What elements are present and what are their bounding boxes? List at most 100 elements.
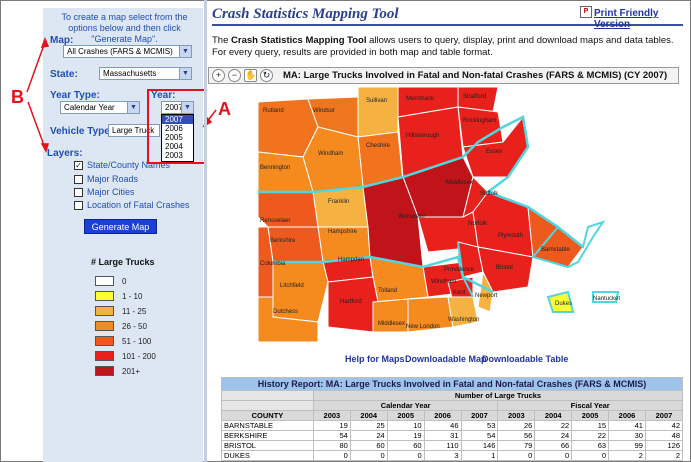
description-bold: Crash Statistics Mapping Tool xyxy=(231,35,367,46)
zoom-in-icon[interactable]: + xyxy=(212,69,225,82)
county-label: Rockingham xyxy=(463,118,496,124)
value-cell: 19 xyxy=(386,430,425,441)
report-title: History Report: MA: Large Trucks Involve… xyxy=(221,377,683,391)
county-label: Hampden xyxy=(338,257,364,263)
county-label: Dutchess xyxy=(273,309,298,315)
value-cell: 1 xyxy=(460,450,499,461)
county-label: Merrimack xyxy=(406,96,435,102)
county-label: Franklin xyxy=(328,199,349,205)
county-label: Hampshire xyxy=(328,229,358,235)
county-header: COUNTY xyxy=(221,410,314,421)
downloadable-table-link[interactable]: Downloadable Table xyxy=(482,354,568,364)
table-row: BRISTOL 80 60 60 110 146 79 66 63 99 126 xyxy=(221,440,684,451)
value-cell: 56 xyxy=(497,430,536,441)
refresh-icon[interactable]: ↻ xyxy=(260,69,273,82)
value-cell: 99 xyxy=(608,440,646,451)
value-cell: 0 xyxy=(497,450,536,461)
page-title: Crash Statistics Mapping Tool xyxy=(212,6,399,22)
table-row: BERKSHIRE 54 24 19 31 54 56 24 22 30 48 xyxy=(221,430,684,441)
county-label: Windham xyxy=(431,279,456,285)
year-header: 2006 xyxy=(423,410,462,421)
page-description: The Crash Statistics Mapping Tool allows… xyxy=(212,35,683,59)
value-cell: 30 xyxy=(608,430,646,441)
county-label: Sullivan xyxy=(366,98,387,104)
county-label: Rutland xyxy=(263,108,284,114)
panel-divider xyxy=(204,0,207,462)
year-header: 2006 xyxy=(608,410,646,421)
value-cell: 0 xyxy=(386,450,425,461)
value-cell: 0 xyxy=(349,450,388,461)
value-cell: 15 xyxy=(571,420,610,431)
county-label: Essex xyxy=(486,149,502,155)
year-header: 2004 xyxy=(534,410,573,421)
county-sullivan[interactable] xyxy=(357,87,399,138)
table-row: BARNSTABLE 19 25 10 46 53 26 22 15 41 42 xyxy=(221,420,684,431)
value-cell: 63 xyxy=(571,440,610,451)
calendar-year-header: Calendar Year xyxy=(312,400,499,411)
value-cell: 42 xyxy=(644,420,684,431)
value-cell: 26 xyxy=(497,420,536,431)
county-label: Plymouth xyxy=(498,233,523,239)
county-label: Hillsborough xyxy=(406,133,439,139)
county-label: Worcester xyxy=(398,214,425,220)
county-label: Middlesex xyxy=(378,321,405,327)
county-label: Berkshire xyxy=(270,238,296,244)
county-label: Suffolk xyxy=(480,191,499,197)
help-for-maps-link[interactable]: Help for Maps xyxy=(345,354,405,364)
county-label: Dukes xyxy=(555,301,572,307)
county-label: Middlesex xyxy=(446,180,473,186)
county-label: Nantucket xyxy=(593,296,620,302)
county-middlesex-ct[interactable] xyxy=(372,298,409,333)
map-title: MA: Large Trucks Involved in Fatal and N… xyxy=(283,70,668,81)
value-cell: 53 xyxy=(460,420,499,431)
value-cell: 22 xyxy=(571,430,610,441)
value-cell: 0 xyxy=(312,450,351,461)
county-label: Columbia xyxy=(260,261,286,267)
county-cell: BARNSTABLE xyxy=(221,420,314,431)
value-cell: 24 xyxy=(349,430,388,441)
value-cell: 41 xyxy=(608,420,646,431)
table-row: DUKES 0 0 0 3 1 0 0 0 2 2 xyxy=(221,450,684,461)
value-cell: 126 xyxy=(644,440,684,451)
value-cell: 22 xyxy=(534,420,573,431)
county-label: Cheshire xyxy=(366,143,391,149)
year-header: 2004 xyxy=(349,410,388,421)
county-cell: BERKSHIRE xyxy=(221,430,314,441)
county-label: Litchfield xyxy=(280,283,304,289)
county-label: Rensselaer xyxy=(260,218,290,224)
county-label: Kent xyxy=(453,290,466,296)
county-label: Bristol xyxy=(496,265,513,271)
map-toolbar: + − ✋ ↻ MA: Large Trucks Involved in Fat… xyxy=(208,67,679,84)
year-header: 2005 xyxy=(386,410,425,421)
description-text: The xyxy=(212,35,232,46)
value-cell: 0 xyxy=(534,450,573,461)
value-cell: 110 xyxy=(423,440,462,451)
county-berkshire[interactable] xyxy=(267,226,324,263)
year-header: 2005 xyxy=(571,410,610,421)
county-cell: DUKES xyxy=(221,450,314,461)
choropleth-map[interactable]: Rutland Windsor Sullivan Merrimack Straf… xyxy=(258,87,630,342)
value-cell: 0 xyxy=(571,450,610,461)
county-label: Bennington xyxy=(260,165,290,171)
county-label: Windsor xyxy=(313,108,335,114)
value-cell: 3 xyxy=(423,450,462,461)
fiscal-year-header: Fiscal Year xyxy=(497,400,683,411)
value-cell: 60 xyxy=(386,440,425,451)
county-franklin[interactable] xyxy=(312,186,369,228)
printer-icon[interactable]: P xyxy=(580,6,592,18)
print-friendly-link[interactable]: Print Friendly Version xyxy=(594,8,691,30)
value-cell: 54 xyxy=(312,430,351,441)
county-label: Newport xyxy=(475,293,498,299)
pan-hand-icon[interactable]: ✋ xyxy=(244,69,257,82)
county-label: Providence xyxy=(444,267,475,273)
value-cell: 24 xyxy=(534,430,573,441)
county-label: Norfolk xyxy=(468,221,488,227)
value-cell: 19 xyxy=(312,420,351,431)
value-cell: 46 xyxy=(423,420,462,431)
value-cell: 54 xyxy=(460,430,499,441)
county-label: Washington xyxy=(448,317,479,323)
report-group-header: Number of Large Trucks xyxy=(312,390,684,401)
zoom-out-icon[interactable]: − xyxy=(228,69,241,82)
county-label: Barnstable xyxy=(541,247,570,253)
downloadable-map-link[interactable]: Downloadable Map xyxy=(405,354,487,364)
